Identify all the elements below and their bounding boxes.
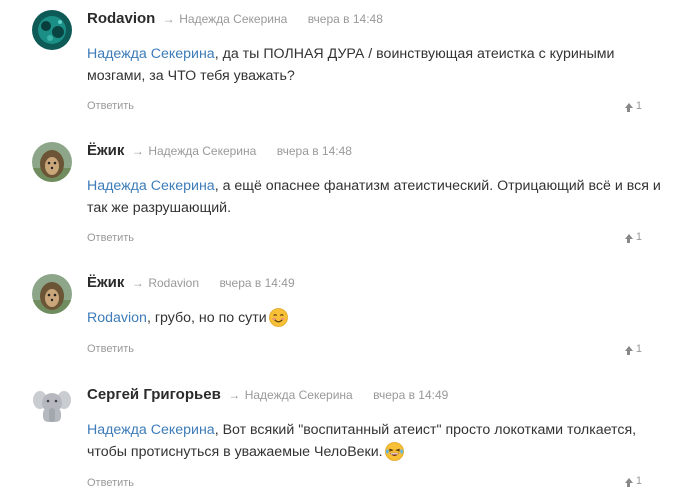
- author-name[interactable]: Rodavion: [87, 10, 155, 27]
- comment-text: Надежда Секерина, а ещё опаснее фанатизм…: [87, 175, 662, 219]
- author-name[interactable]: Ёжик: [87, 142, 124, 159]
- vote-counter[interactable]: 1: [624, 231, 642, 243]
- author-name[interactable]: Ёжик: [87, 274, 124, 291]
- vote-count: 1: [635, 231, 642, 243]
- comment-time: вчера в 14:49: [373, 388, 449, 402]
- comment-text: Rodavion, грубо, но по сути: [87, 307, 662, 329]
- reply-arrow-icon: →: [131, 144, 144, 158]
- reply-arrow-icon: →: [228, 388, 241, 402]
- comment-header: Ёжик → Rodavion вчера в 14:49: [87, 273, 295, 293]
- reply-arrow-icon: →: [162, 12, 175, 26]
- mention-link[interactable]: Rodavion: [87, 310, 147, 326]
- comment-text: Надежда Секерина, да ты ПОЛНАЯ ДУРА / во…: [87, 43, 662, 87]
- elephant-avatar-icon[interactable]: [32, 386, 72, 426]
- comment-text: Надежда Секерина, Вот всякий "воспитанны…: [87, 419, 662, 463]
- reply-to-name[interactable]: Надежда Секерина: [179, 12, 287, 26]
- reply-button[interactable]: Ответить: [87, 100, 134, 112]
- vote-count: 1: [635, 343, 642, 355]
- vote-count: 1: [635, 100, 642, 112]
- comment-time: вчера в 14:48: [276, 144, 352, 158]
- hedgehog-avatar-icon[interactable]: [32, 142, 72, 182]
- reply-to-name[interactable]: Rodavion: [148, 276, 199, 290]
- author-name[interactable]: Сергей Григорьев: [87, 386, 221, 403]
- reply-button[interactable]: Ответить: [87, 232, 134, 244]
- hedgehog-avatar-icon[interactable]: [32, 274, 72, 314]
- upvote-arrow-icon[interactable]: [624, 477, 633, 487]
- reply-button[interactable]: Ответить: [87, 477, 134, 489]
- reply-arrow-icon: →: [131, 276, 144, 290]
- vote-counter[interactable]: 1: [624, 343, 642, 355]
- vote-count: 1: [635, 475, 642, 487]
- vote-counter[interactable]: 1: [624, 475, 642, 487]
- reply-to-name[interactable]: Надежда Секерина: [245, 388, 353, 402]
- upvote-arrow-icon[interactable]: [624, 233, 633, 243]
- comment-time: вчера в 14:48: [307, 12, 383, 26]
- underwater-avatar-icon[interactable]: [32, 10, 72, 50]
- smile-emoji-icon: [268, 308, 288, 327]
- comment-header: Ёжик → Надежда Секерина вчера в 14:48: [87, 141, 352, 161]
- reply-to-name[interactable]: Надежда Секерина: [148, 144, 256, 158]
- mention-link[interactable]: Надежда Секерина: [87, 46, 215, 62]
- upvote-arrow-icon[interactable]: [624, 102, 633, 112]
- comment-header: Rodavion → Надежда Секерина вчера в 14:4…: [87, 9, 383, 29]
- comment-time: вчера в 14:49: [219, 276, 295, 290]
- comment-header: Сергей Григорьев → Надежда Секерина вчер…: [87, 385, 448, 405]
- laughing-emoji-icon: [384, 442, 404, 461]
- reply-button[interactable]: Ответить: [87, 343, 134, 355]
- mention-link[interactable]: Надежда Секерина: [87, 178, 215, 194]
- mention-link[interactable]: Надежда Секерина: [87, 422, 215, 438]
- comment-body: , грубо, но по сути: [146, 310, 267, 326]
- vote-counter[interactable]: 1: [624, 100, 642, 112]
- upvote-arrow-icon[interactable]: [624, 345, 633, 355]
